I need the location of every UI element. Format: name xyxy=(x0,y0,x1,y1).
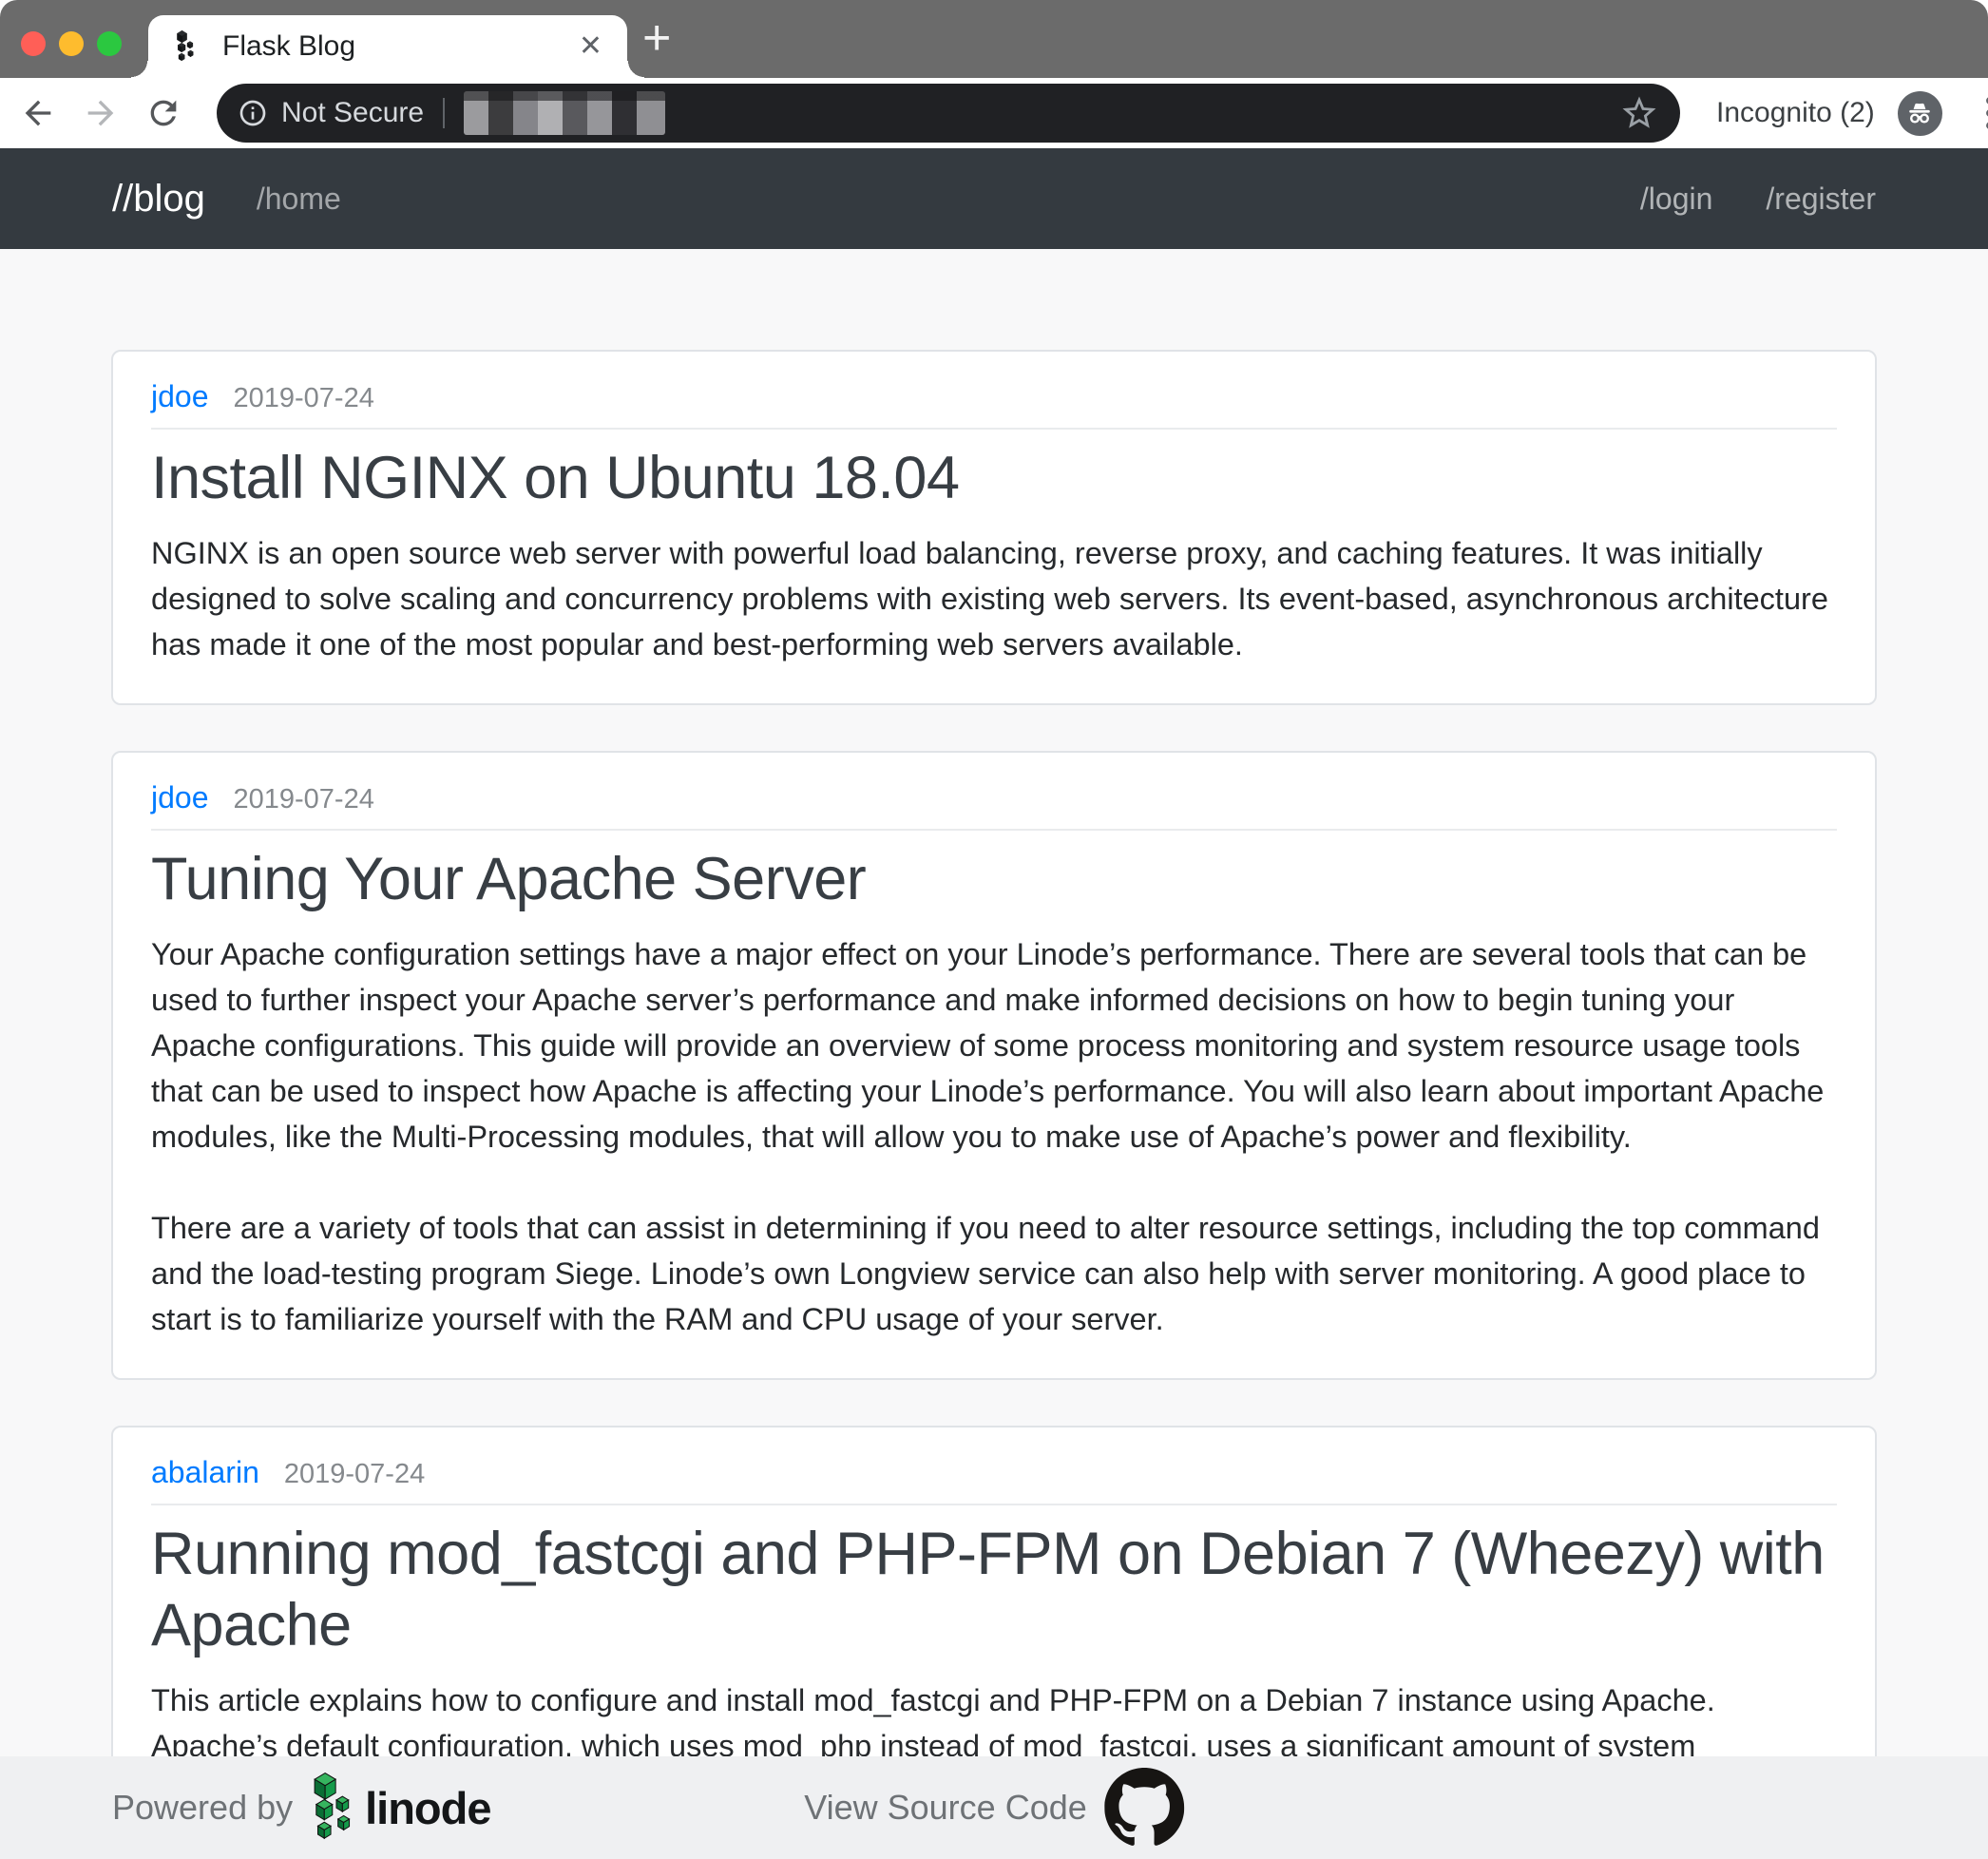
linode-wordmark: linode xyxy=(365,1782,490,1834)
tab-close-icon[interactable]: ✕ xyxy=(579,32,602,61)
post-author-link[interactable]: jdoe xyxy=(151,781,209,815)
browser-toolbar: Not Secure Incognito (2) xyxy=(0,78,1988,148)
post-body: NGINX is an open source web server with … xyxy=(151,530,1837,667)
reload-button[interactable] xyxy=(143,92,184,134)
forward-button[interactable] xyxy=(80,92,122,134)
nav-item-home[interactable]: /home xyxy=(257,182,341,217)
powered-by-label: Powered by xyxy=(112,1788,293,1828)
meta-divider xyxy=(151,1504,1837,1505)
post-card: jdoe 2019-07-24 Tuning Your Apache Serve… xyxy=(111,751,1877,1380)
post-list: jdoe 2019-07-24 Install NGINX on Ubuntu … xyxy=(0,249,1988,1859)
meta-divider xyxy=(151,428,1837,430)
minimize-window-button[interactable] xyxy=(59,31,84,56)
tab-title: Flask Blog xyxy=(222,30,579,63)
post-author-link[interactable]: jdoe xyxy=(151,380,209,413)
github-logo-icon xyxy=(1104,1768,1184,1848)
close-window-button[interactable] xyxy=(21,31,46,56)
reload-icon xyxy=(144,94,182,132)
post-title: Tuning Your Apache Server xyxy=(151,844,1837,914)
post-date: 2019-07-24 xyxy=(234,384,374,414)
post-body: This article explains how to configure a… xyxy=(151,1677,1837,1769)
post-card: jdoe 2019-07-24 Install NGINX on Ubuntu … xyxy=(111,350,1877,705)
incognito-glyph-icon xyxy=(1903,97,1936,129)
forward-arrow-icon xyxy=(82,94,120,132)
zoom-window-button[interactable] xyxy=(97,31,122,56)
browser-window: Flask Blog ✕ + Not Secure xyxy=(0,0,1988,1859)
post-author-link[interactable]: abalarin xyxy=(151,1456,259,1489)
browser-menu-button[interactable] xyxy=(1971,91,1988,135)
security-status-label[interactable]: Not Secure xyxy=(281,97,424,129)
site-footer: Powered by xyxy=(0,1756,1988,1859)
address-bar[interactable]: Not Secure xyxy=(217,84,1680,143)
new-tab-button[interactable]: + xyxy=(642,13,671,63)
back-arrow-icon xyxy=(19,94,57,132)
github-link[interactable] xyxy=(1104,1768,1184,1848)
info-icon[interactable] xyxy=(238,98,268,128)
browser-tab[interactable]: Flask Blog ✕ xyxy=(148,15,627,78)
linode-logo-icon xyxy=(310,1771,363,1845)
post-title: Install NGINX on Ubuntu 18.04 xyxy=(151,443,1837,513)
meta-divider xyxy=(151,829,1837,831)
nav-item-register[interactable]: /register xyxy=(1766,182,1876,217)
post-paragraph: NGINX is an open source web server with … xyxy=(151,530,1837,667)
post-date: 2019-07-24 xyxy=(284,1460,425,1490)
post-card: abalarin 2019-07-24 Running mod_fastcgi … xyxy=(111,1426,1877,1807)
post-paragraph: There are a variety of tools that can as… xyxy=(151,1205,1837,1342)
post-meta: jdoe 2019-07-24 xyxy=(151,781,1837,815)
redacted-url xyxy=(464,91,665,135)
navbar-brand[interactable]: //blog xyxy=(112,178,205,220)
post-meta: jdoe 2019-07-24 xyxy=(151,380,1837,414)
linode-favicon-icon xyxy=(173,29,201,64)
post-paragraph: Your Apache configuration settings have … xyxy=(151,931,1837,1159)
view-source-label: View Source Code xyxy=(804,1788,1087,1828)
post-title: Running mod_fastcgi and PHP-FPM on Debia… xyxy=(151,1519,1837,1660)
incognito-profile-icon[interactable] xyxy=(1898,91,1942,136)
post-paragraph: This article explains how to configure a… xyxy=(151,1677,1837,1769)
site-navbar: //blog /home /login /register xyxy=(0,148,1988,249)
nav-item-login[interactable]: /login xyxy=(1640,182,1713,217)
post-date: 2019-07-24 xyxy=(234,785,374,815)
kebab-menu-icon xyxy=(1971,91,1988,135)
post-meta: abalarin 2019-07-24 xyxy=(151,1456,1837,1490)
back-button[interactable] xyxy=(17,92,59,134)
titlebar: Flask Blog ✕ + xyxy=(0,0,1988,78)
incognito-count-label: Incognito (2) xyxy=(1716,97,1875,129)
linode-link[interactable]: linode xyxy=(310,1771,490,1845)
post-body: Your Apache configuration settings have … xyxy=(151,931,1837,1342)
bookmark-star-icon[interactable] xyxy=(1619,93,1659,133)
omnibox-divider xyxy=(443,98,445,128)
